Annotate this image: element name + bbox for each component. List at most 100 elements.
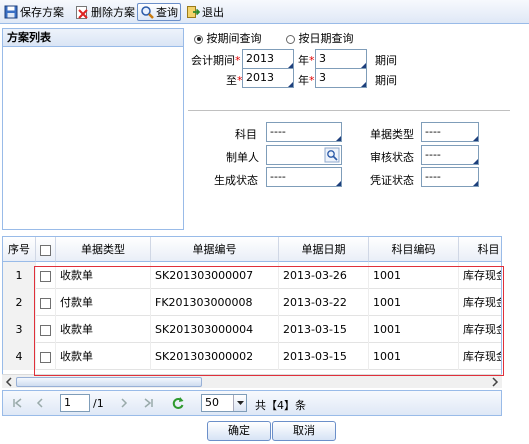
voucher-field[interactable]: ---- bbox=[421, 167, 479, 187]
subject-code-cell: 1001 bbox=[369, 316, 459, 343]
to-label: 至* bbox=[226, 74, 243, 87]
subject-cell: 库存现金 bbox=[459, 262, 501, 289]
total-pages-label: /1 bbox=[93, 397, 104, 410]
doc-type-cell: 收款单 bbox=[56, 316, 151, 343]
table-row[interactable]: 3 收款单 SK201303000004 2013-03-15 1001 库存现… bbox=[3, 316, 501, 343]
toolbar: 保存方案 删除方案 查询 退出 bbox=[0, 0, 529, 24]
row-checkbox[interactable] bbox=[40, 324, 51, 336]
table-row[interactable]: 4 收款单 SK201303000002 2013-03-15 1001 库存现… bbox=[3, 343, 501, 370]
radio-on-icon bbox=[194, 34, 203, 44]
radio-by-date[interactable]: 按日期查询 bbox=[286, 30, 354, 46]
total-count-label: 共【4】条 bbox=[255, 399, 306, 412]
doc-code-cell: SK201303000007 bbox=[151, 262, 279, 289]
to-period-field[interactable]: 3 bbox=[315, 68, 367, 88]
subject-cell: 库存现金 bbox=[459, 289, 501, 316]
subject-label: 科目 bbox=[235, 128, 257, 141]
year-label-2: 年* bbox=[298, 74, 315, 87]
lookup-icon[interactable] bbox=[324, 147, 340, 169]
row-checkbox-cell[interactable] bbox=[36, 316, 56, 343]
save-scheme-button[interactable]: 保存方案 bbox=[2, 3, 66, 21]
doc-date-cell: 2013-03-22 bbox=[279, 289, 369, 316]
next-page-icon[interactable] bbox=[117, 396, 131, 410]
doc-type-cell: 付款单 bbox=[56, 289, 151, 316]
col-header-subject[interactable]: 科目 bbox=[459, 237, 501, 262]
subject-cell: 库存现金 bbox=[459, 316, 501, 343]
creator-field[interactable] bbox=[266, 145, 342, 165]
creator-label: 制单人 bbox=[226, 151, 259, 164]
doc-date-cell: 2013-03-15 bbox=[279, 343, 369, 370]
gen-field[interactable]: ---- bbox=[266, 167, 342, 187]
cancel-button[interactable]: 取消 bbox=[272, 421, 336, 441]
col-header-doc-type[interactable]: 单据类型 bbox=[56, 237, 151, 262]
row-number: 4 bbox=[3, 343, 36, 370]
save-icon bbox=[4, 5, 18, 19]
exit-icon bbox=[186, 5, 201, 19]
doc-code-cell: FK201303000008 bbox=[151, 289, 279, 316]
col-header-select[interactable] bbox=[36, 237, 56, 262]
row-number: 2 bbox=[3, 289, 36, 316]
scroll-thumb[interactable] bbox=[16, 377, 202, 387]
scheme-list-panel[interactable]: 方案列表 bbox=[2, 28, 184, 230]
col-header-doc-code[interactable]: 单据编号 bbox=[151, 237, 279, 262]
table-row[interactable]: 2 付款单 FK201303000008 2013-03-22 1001 库存现… bbox=[3, 289, 501, 316]
period-unit-label-2: 期间 bbox=[375, 74, 397, 87]
horizontal-scrollbar[interactable] bbox=[2, 374, 502, 388]
page-input[interactable]: 1 bbox=[60, 394, 90, 412]
radio-by-period[interactable]: 按期间查询 bbox=[194, 30, 262, 46]
row-checkbox[interactable] bbox=[40, 297, 51, 309]
search-icon bbox=[140, 5, 154, 19]
subject-code-cell: 1001 bbox=[369, 289, 459, 316]
doc-type-cell: 收款单 bbox=[56, 262, 151, 289]
scheme-list-title: 方案列表 bbox=[3, 29, 183, 47]
first-page-icon[interactable] bbox=[11, 396, 25, 410]
chevron-down-icon[interactable] bbox=[233, 395, 246, 411]
subject-field[interactable]: ---- bbox=[266, 122, 342, 142]
period-unit-label: 期间 bbox=[375, 54, 397, 67]
col-header-subject-code[interactable]: 科目编码 bbox=[369, 237, 459, 262]
delete-icon bbox=[75, 5, 89, 19]
doc-code-cell: SK201303000002 bbox=[151, 343, 279, 370]
prev-page-icon[interactable] bbox=[33, 396, 47, 410]
document-grid: 序号 单据类型 单据编号 单据日期 科目编码 科目 1 收款单 SK201303… bbox=[2, 236, 502, 388]
audit-field[interactable]: ---- bbox=[421, 145, 479, 165]
period-label: 会计期间* bbox=[191, 54, 241, 67]
row-checkbox[interactable] bbox=[40, 351, 51, 363]
col-header-doc-date[interactable]: 单据日期 bbox=[279, 237, 369, 262]
page-size-select[interactable]: 50 bbox=[201, 394, 247, 412]
col-header-no[interactable]: 序号 bbox=[3, 237, 36, 262]
doc-type-field[interactable]: ---- bbox=[421, 122, 479, 142]
radio-off-icon bbox=[286, 34, 295, 44]
subject-code-cell: 1001 bbox=[369, 343, 459, 370]
scroll-left-icon[interactable] bbox=[4, 377, 14, 390]
scroll-right-icon[interactable] bbox=[490, 377, 500, 390]
voucher-label: 凭证状态 bbox=[370, 174, 414, 187]
divider bbox=[188, 110, 510, 111]
audit-label: 审核状态 bbox=[370, 151, 414, 164]
from-year-field[interactable]: 2013 bbox=[242, 49, 294, 69]
subject-code-cell: 1001 bbox=[369, 262, 459, 289]
row-checkbox-cell[interactable] bbox=[36, 343, 56, 370]
to-year-field[interactable]: 2013 bbox=[242, 68, 294, 88]
doc-type-cell: 收款单 bbox=[56, 343, 151, 370]
refresh-icon[interactable] bbox=[171, 396, 185, 410]
last-page-icon[interactable] bbox=[141, 396, 155, 410]
confirm-button[interactable]: 确定 bbox=[207, 421, 271, 441]
delete-scheme-button[interactable]: 删除方案 bbox=[73, 3, 137, 21]
table-row[interactable]: 1 收款单 SK201303000007 2013-03-26 1001 库存现… bbox=[3, 262, 501, 289]
pager: 1 /1 50 共【4】条 bbox=[2, 390, 502, 416]
from-period-field[interactable]: 3 bbox=[315, 49, 367, 69]
query-button[interactable]: 查询 bbox=[137, 3, 181, 21]
row-checkbox[interactable] bbox=[40, 270, 51, 282]
doc-code-cell: SK201303000004 bbox=[151, 316, 279, 343]
select-all-checkbox[interactable] bbox=[40, 244, 51, 256]
row-checkbox-cell[interactable] bbox=[36, 262, 56, 289]
row-number: 3 bbox=[3, 316, 36, 343]
gen-label: 生成状态 bbox=[214, 174, 258, 187]
year-label: 年* bbox=[298, 54, 315, 67]
doc-date-cell: 2013-03-26 bbox=[279, 262, 369, 289]
doc-type-label: 单据类型 bbox=[370, 128, 414, 141]
exit-button[interactable]: 退出 bbox=[184, 3, 226, 21]
row-number: 1 bbox=[3, 262, 36, 289]
row-checkbox-cell[interactable] bbox=[36, 289, 56, 316]
subject-cell: 库存现金 bbox=[459, 343, 501, 370]
